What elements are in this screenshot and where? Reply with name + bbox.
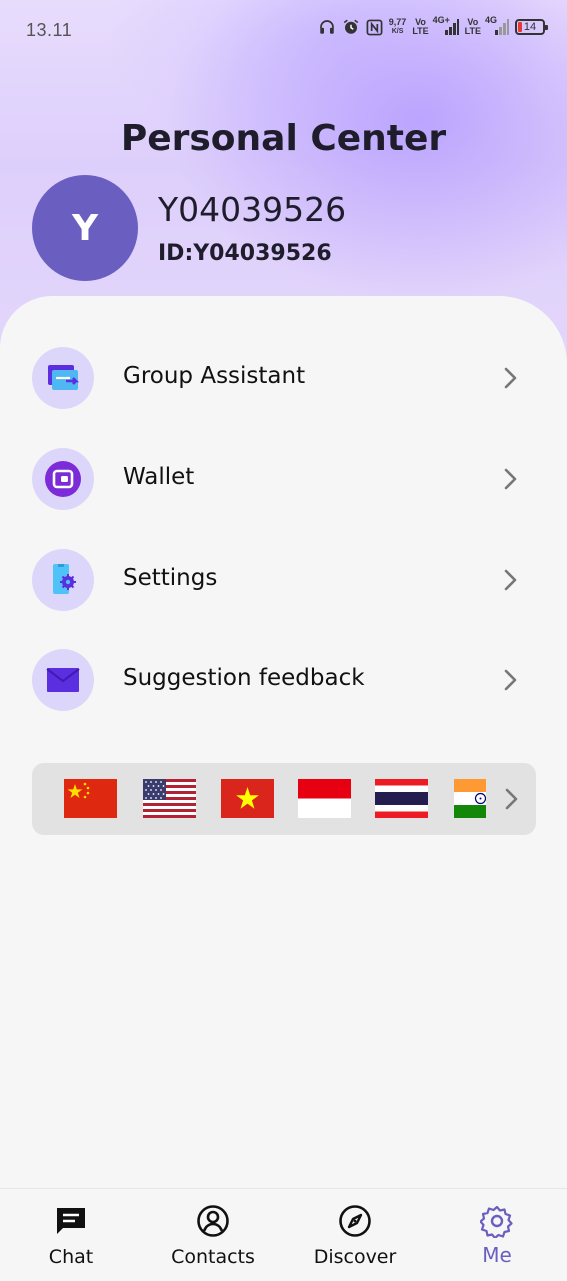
- avatar-letter: Y: [71, 207, 99, 249]
- menu-item-suggestion-feedback[interactable]: Suggestion feedback: [0, 635, 567, 725]
- volte-2-bottom: LTE: [464, 26, 481, 36]
- chevron-right-icon: [499, 568, 521, 592]
- nfc-icon: [366, 19, 383, 36]
- sim1-network-type: 4G+: [432, 15, 450, 25]
- tab-label: Discover: [313, 1246, 397, 1268]
- signal-sim2-icon: 4G: [485, 15, 509, 36]
- content-sheet: [0, 296, 567, 1189]
- volte-indicator-1: Vo LTE: [412, 18, 428, 36]
- chevron-right-icon[interactable]: [502, 787, 520, 811]
- status-time: 13.11: [26, 20, 73, 40]
- page-title: Personal Center: [120, 118, 447, 159]
- wallet-icon: [32, 448, 94, 510]
- menu-item-label: Wallet: [123, 464, 195, 490]
- network-speed: 9,77 K/S: [389, 18, 407, 36]
- menu-item-wallet[interactable]: Wallet: [0, 434, 567, 524]
- thailand-flag[interactable]: [375, 779, 428, 818]
- network-speed-unit: K/S: [391, 28, 404, 35]
- tab-chat[interactable]: Chat: [11, 1189, 131, 1281]
- headphones-icon: [318, 18, 336, 36]
- sim2-network-type: 4G: [485, 15, 498, 25]
- settings-phone-icon: [32, 549, 94, 611]
- menu-item-label: Group Assistant: [123, 363, 306, 389]
- chevron-right-icon: [499, 668, 521, 692]
- tab-discover[interactable]: Discover: [295, 1189, 415, 1281]
- tab-label: Chat: [48, 1246, 94, 1268]
- signal-sim1-icon: 4G+: [432, 15, 459, 36]
- vietnam-flag[interactable]: [221, 779, 274, 818]
- tab-contacts[interactable]: Contacts: [153, 1189, 273, 1281]
- language-selector[interactable]: [32, 763, 536, 835]
- tab-label: Contacts: [171, 1246, 255, 1268]
- china-flag[interactable]: [64, 779, 117, 818]
- status-bar: 13.11 9,77 K/S Vo LTE 4G+ Vo LTE 4G 14: [0, 0, 567, 62]
- indonesia-flag[interactable]: [298, 779, 351, 818]
- user-id: ID:Y04039526: [158, 241, 332, 266]
- volte-indicator-2: Vo LTE: [465, 18, 481, 36]
- avatar[interactable]: Y: [32, 175, 138, 281]
- alarm-icon: [342, 18, 360, 36]
- chevron-right-icon: [499, 467, 521, 491]
- bottom-tab-bar: Chat Contacts Discover Me: [0, 1188, 567, 1281]
- tab-label: Me: [482, 1243, 512, 1267]
- menu-item-label: Settings: [123, 565, 218, 591]
- chevron-right-icon: [499, 366, 521, 390]
- india-flag[interactable]: [454, 779, 486, 818]
- username: Y04039526: [158, 190, 347, 229]
- volte-1-bottom: LTE: [412, 26, 429, 36]
- menu-item-settings[interactable]: Settings: [0, 535, 567, 625]
- chat-icon: [51, 1203, 91, 1239]
- menu-item-group-assistant[interactable]: Group Assistant: [0, 333, 567, 423]
- contacts-icon: [193, 1203, 233, 1239]
- gear-icon: [477, 1203, 517, 1239]
- usa-flag[interactable]: [143, 779, 196, 818]
- tab-me[interactable]: Me: [437, 1189, 557, 1281]
- group-assistant-icon: [32, 347, 94, 409]
- status-icons: 9,77 K/S Vo LTE 4G+ Vo LTE 4G 14: [318, 15, 548, 36]
- network-speed-value: 9,77: [388, 17, 407, 27]
- battery-icon: 14: [515, 19, 548, 35]
- envelope-icon: [32, 649, 94, 711]
- compass-icon: [335, 1203, 375, 1239]
- menu-item-label: Suggestion feedback: [123, 665, 365, 691]
- battery-level: 14: [523, 21, 537, 33]
